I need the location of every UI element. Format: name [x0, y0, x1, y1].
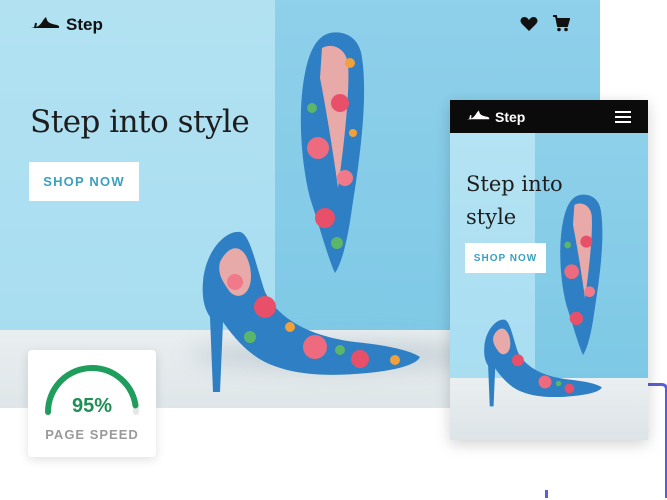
- hero-headline: Step into style: [30, 104, 250, 140]
- mobile-preview: Step Step into style SHOP NOW: [450, 100, 648, 440]
- shop-now-button[interactable]: SHOP NOW: [465, 243, 546, 273]
- desktop-nav-icons: [520, 15, 571, 37]
- shop-now-button[interactable]: SHOP NOW: [29, 162, 139, 201]
- desktop-logo[interactable]: Step: [30, 14, 103, 35]
- mobile-logo[interactable]: Step: [466, 108, 525, 126]
- page-speed-value: 95%: [71, 395, 113, 417]
- page-speed-label: PAGE SPEED: [45, 427, 139, 442]
- hamburger-menu-icon[interactable]: [615, 111, 631, 123]
- hero-headline: Step into style: [466, 172, 563, 229]
- brand-name: Step: [66, 14, 103, 34]
- decorative-outline-tail: [545, 490, 554, 498]
- shoe-logo-icon: [30, 14, 60, 35]
- hero-shoe-standing-image: [195, 222, 435, 407]
- brand-name: Step: [495, 109, 526, 125]
- hero-shoe-standing-image: [480, 313, 610, 418]
- page-speed-card: 95% PAGE SPEED: [28, 350, 156, 457]
- mobile-hero: Step into style SHOP NOW: [450, 133, 648, 440]
- heart-icon[interactable]: [520, 16, 538, 37]
- mobile-header: Step: [450, 100, 648, 133]
- cart-icon[interactable]: [552, 15, 571, 37]
- shoe-logo-icon: [466, 108, 490, 126]
